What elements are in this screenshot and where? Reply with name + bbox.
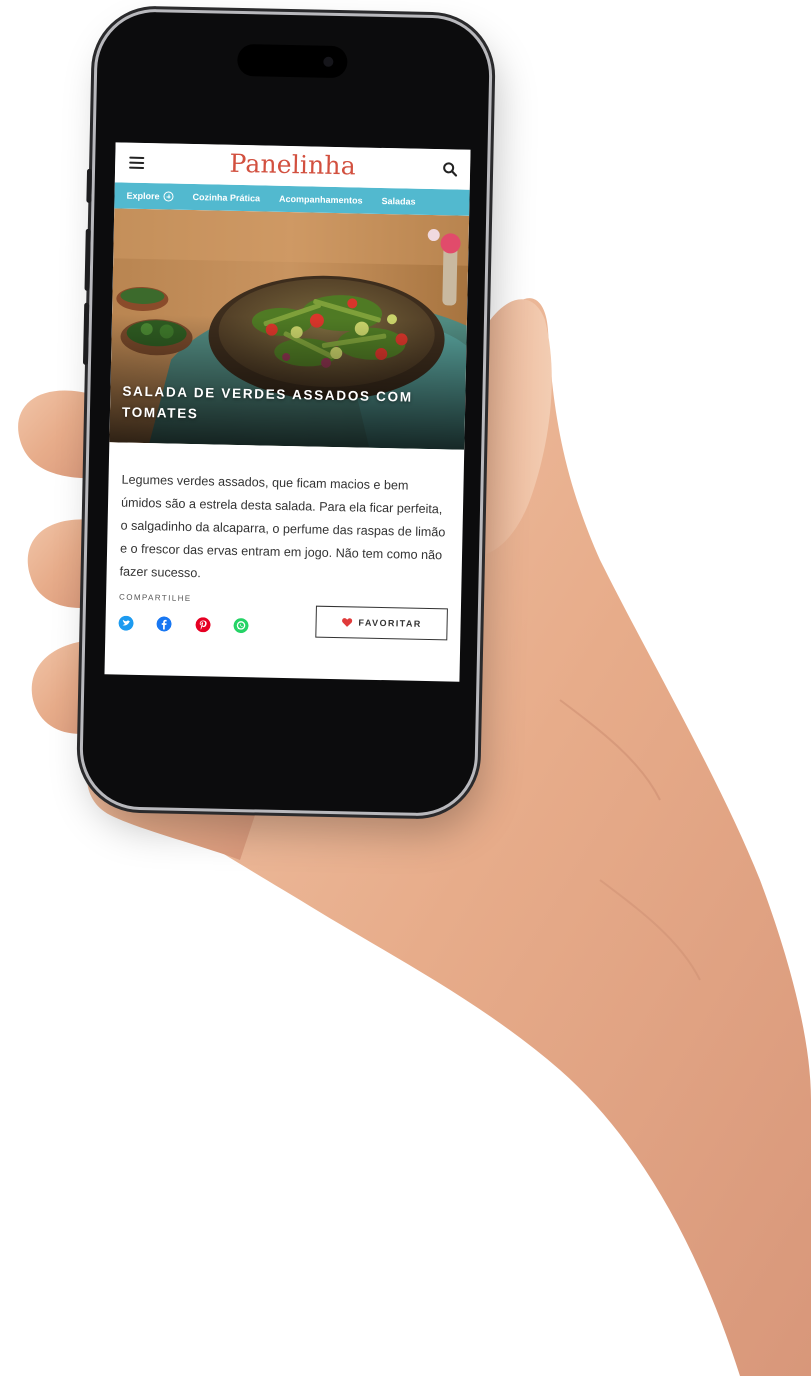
facebook-icon[interactable]	[156, 616, 172, 632]
nav-item-label: Explore	[126, 190, 160, 202]
site-logo[interactable]: Panelinha	[115, 146, 471, 182]
phone-device: Panelinha Explore Cozinha Prática Acompa…	[81, 10, 491, 815]
favorite-button[interactable]: FAVORITAR	[315, 605, 448, 641]
recipe-title: SALADA DE VERDES ASSADOS COM TOMATES	[121, 383, 413, 422]
phone-screen: Panelinha Explore Cozinha Prática Acompa…	[104, 142, 471, 682]
nav-item-label: Saladas	[381, 195, 416, 207]
nav-item-label: Cozinha Prática	[192, 191, 261, 204]
recipe-hero: SALADA DE VERDES ASSADOS COM TOMATES	[109, 208, 470, 450]
whatsapp-icon[interactable]	[233, 618, 249, 634]
camera-icon	[323, 56, 334, 67]
heart-icon	[341, 618, 353, 627]
twitter-icon[interactable]	[118, 615, 134, 631]
search-icon[interactable]	[442, 161, 458, 177]
dynamic-island	[237, 43, 348, 79]
action-button	[86, 168, 93, 203]
pinterest-icon[interactable]	[195, 617, 211, 633]
nav-item-saladas[interactable]: Saladas	[381, 196, 415, 207]
top-app-bar: Panelinha	[114, 142, 471, 190]
recipe-description: Legumes verdes assados, que ficam macios…	[119, 472, 446, 581]
plus-circle-icon	[163, 191, 174, 202]
nav-item-cozinha-pratica[interactable]: Cozinha Prática	[192, 192, 260, 203]
share-label: COMPARTILHE	[119, 592, 192, 604]
favorite-label: FAVORITAR	[358, 617, 422, 629]
nav-item-explore[interactable]: Explore	[126, 190, 174, 202]
share-section: COMPARTILHE FAVORITAR	[105, 583, 461, 650]
nav-item-acompanhamentos[interactable]: Acompanhamentos	[279, 194, 363, 206]
nav-item-label: Acompanhamentos	[278, 193, 363, 206]
